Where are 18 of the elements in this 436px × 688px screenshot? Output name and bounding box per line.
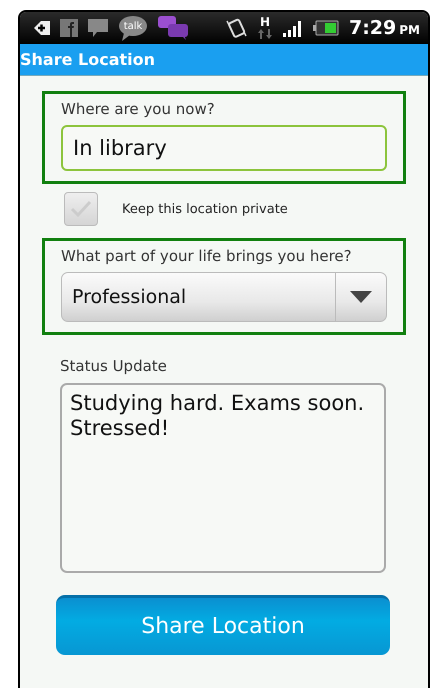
title-bar: Share Location [20, 44, 428, 76]
facebook-icon [60, 19, 78, 37]
vibrate-icon [224, 17, 247, 39]
field-label: Status Update [59, 356, 168, 377]
field-label: Where are you now? [61, 100, 216, 118]
field-label: What part of your life brings you here? [61, 247, 353, 265]
location-field[interactable]: In library [61, 125, 387, 171]
life-part-dropdown[interactable]: Professional [61, 272, 387, 322]
checkmark-icon [70, 200, 92, 218]
back-icon [34, 21, 50, 35]
chat-bubbles-icon [158, 16, 188, 40]
message-icon [88, 19, 108, 37]
signal-icon [282, 19, 303, 37]
checkbox-label: Keep this location private [122, 202, 288, 216]
battery-icon [312, 20, 339, 36]
status-time: 7:29 PM [348, 17, 420, 39]
status-field[interactable]: Studying hard. Exams soon. Stressed! [60, 383, 386, 573]
dropdown-arrow-icon [350, 291, 372, 303]
